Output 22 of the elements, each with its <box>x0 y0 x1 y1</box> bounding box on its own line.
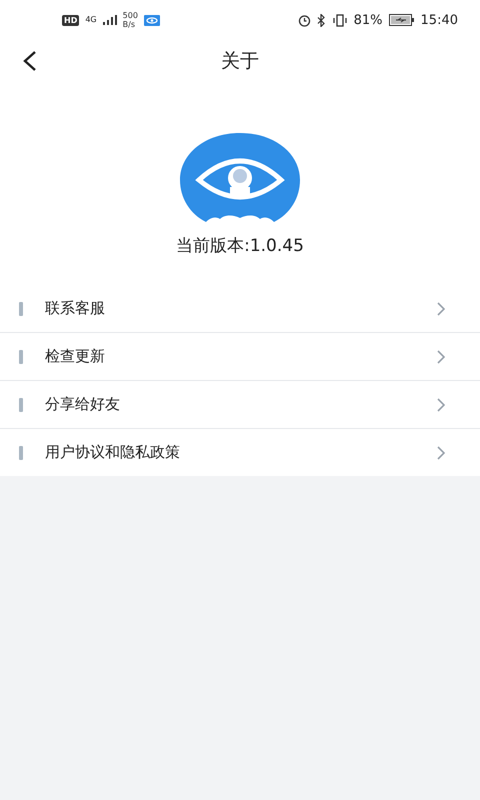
battery-percent: 81% <box>354 12 383 28</box>
battery-icon <box>388 14 415 26</box>
hd-indicator: HD <box>62 14 80 26</box>
clock: 15:40 <box>420 12 458 28</box>
chevron-icon <box>437 446 446 460</box>
version-text: 当前版本:1.0.45 <box>176 235 304 257</box>
menu-item[interactable]: 用户协议和隐私政策 <box>0 428 480 476</box>
network-type: 4G <box>85 16 97 24</box>
menu-item[interactable]: 联系客服 <box>0 285 480 332</box>
menu-item[interactable]: 分享给好友 <box>0 380 480 428</box>
alarm-icon <box>298 14 311 26</box>
back-icon <box>22 50 38 72</box>
menu-item[interactable]: 检查更新 <box>0 332 480 380</box>
chevron-icon <box>437 398 446 412</box>
signal-icon <box>102 15 117 25</box>
network-speed: 500 B/s <box>122 11 138 29</box>
eye-icon <box>144 14 160 26</box>
chevron-icon <box>437 350 446 364</box>
chevron-icon <box>437 302 446 316</box>
page-title: 关于 <box>221 49 259 74</box>
vibrate-icon <box>332 14 348 26</box>
bluetooth-icon <box>316 14 326 26</box>
